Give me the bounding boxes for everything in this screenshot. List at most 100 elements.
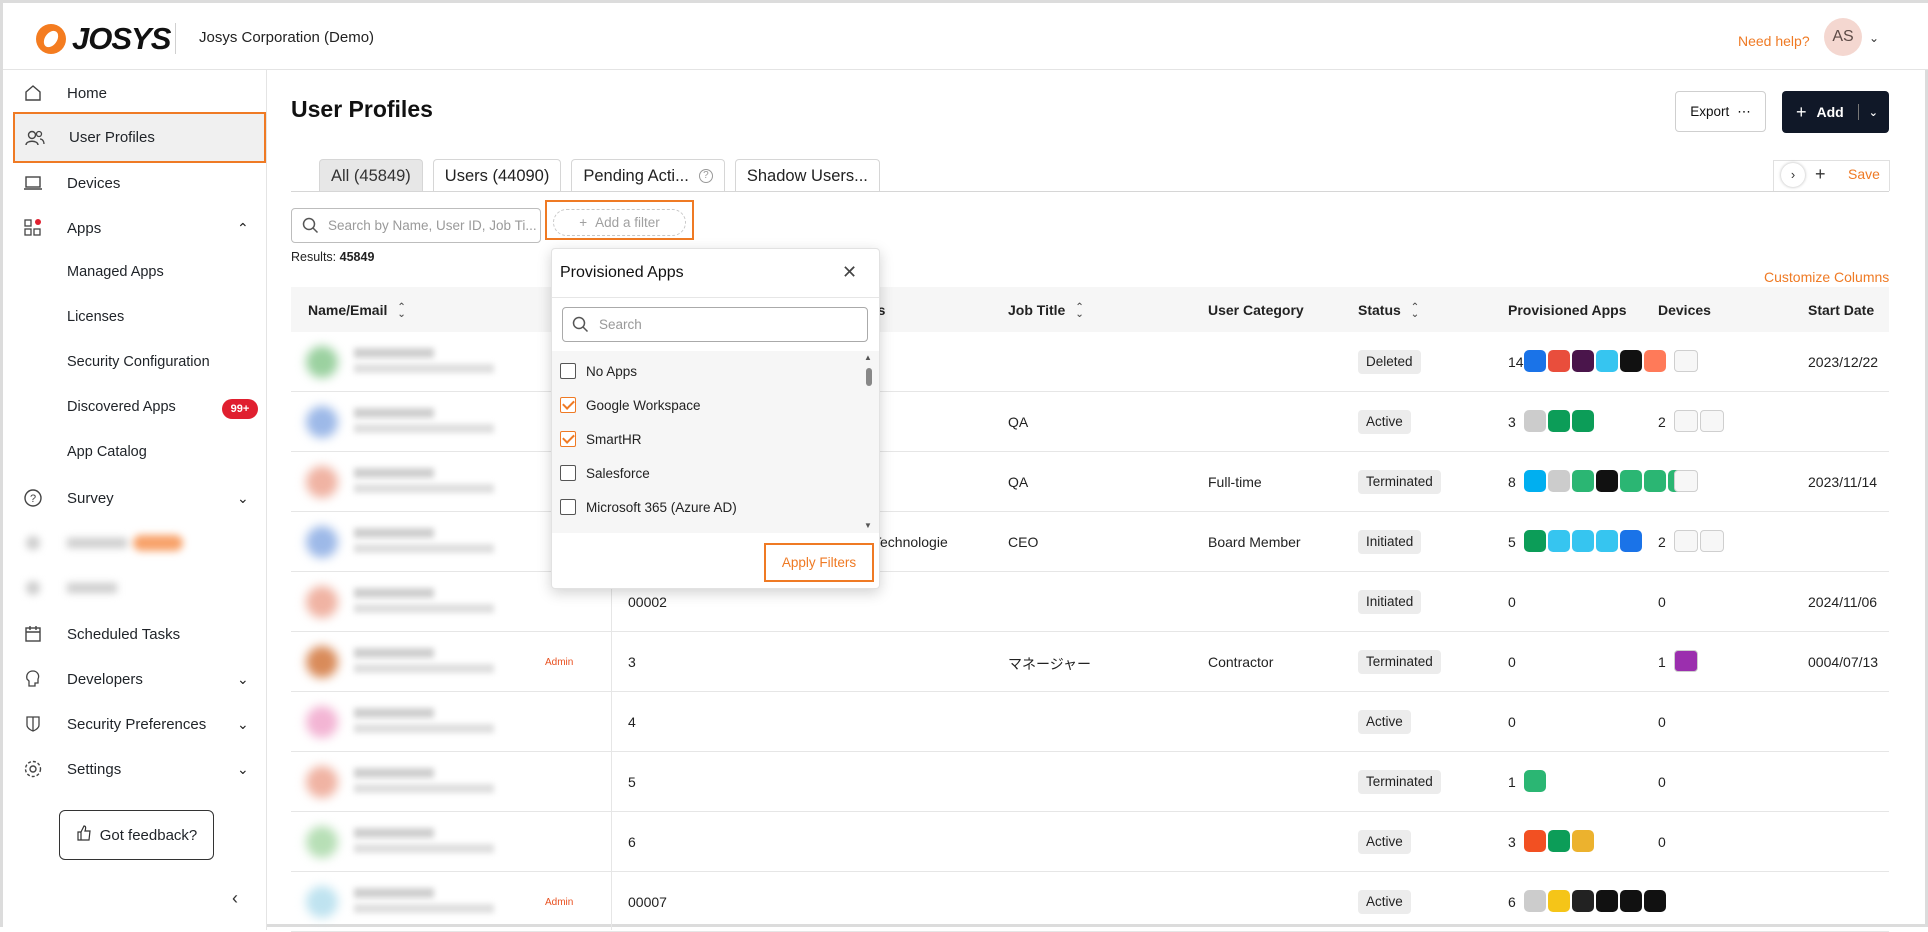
close-icon[interactable]: ✕ — [842, 262, 857, 283]
sidebar-subitem-security-configuration[interactable]: Security Configuration — [67, 354, 210, 370]
app-logo-icon[interactable] — [1524, 830, 1546, 852]
chevron-down-icon[interactable]: ⌄ — [1869, 31, 1879, 45]
app-logo-icon[interactable] — [1572, 890, 1594, 912]
app-logo-icon[interactable] — [1524, 410, 1546, 432]
device-icons[interactable] — [1674, 650, 1698, 672]
app-icons[interactable] — [1524, 830, 1594, 852]
sidebar-subitem-licenses[interactable]: Licenses — [67, 309, 124, 325]
name-email-cell[interactable] — [306, 762, 546, 802]
device-icon[interactable] — [1674, 650, 1698, 672]
app-logo-icon[interactable] — [1548, 350, 1570, 372]
app-icons[interactable] — [1524, 890, 1666, 912]
app-logo-icon[interactable] — [1644, 350, 1666, 372]
filter-option[interactable]: No Apps — [560, 363, 637, 379]
device-icons[interactable] — [1674, 350, 1698, 372]
name-email-cell[interactable] — [306, 702, 546, 742]
app-icons[interactable] — [1524, 410, 1594, 432]
col-status[interactable]: Status ⌃ ⌄ — [1358, 302, 1419, 320]
device-icon[interactable] — [1700, 410, 1724, 432]
app-logo-icon[interactable] — [1524, 350, 1546, 372]
app-logo-icon[interactable] — [1572, 470, 1594, 492]
tab-shadow-users[interactable]: Shadow Users... — [734, 159, 880, 192]
checkbox[interactable] — [560, 363, 576, 379]
chevron-right-icon[interactable]: › — [1781, 163, 1805, 187]
sidebar-item-home[interactable]: Home — [13, 71, 265, 115]
feedback-button[interactable]: Got feedback? — [59, 810, 214, 860]
device-icon[interactable] — [1674, 410, 1698, 432]
help-icon[interactable]: ? — [698, 169, 713, 183]
add-button[interactable]: + Add ⌄ — [1782, 91, 1889, 133]
filter-option[interactable]: Google Workspace — [560, 397, 701, 413]
app-logo-icon[interactable] — [1548, 410, 1570, 432]
app-logo-icon[interactable] — [1572, 530, 1594, 552]
sidebar-item-scheduled-tasks[interactable]: Scheduled Tasks — [13, 612, 265, 656]
app-logo-icon[interactable] — [1524, 770, 1546, 792]
app-icons[interactable] — [1524, 770, 1546, 792]
filter-option[interactable]: Microsoft 365 (Azure AD) — [560, 499, 737, 515]
name-email-cell[interactable] — [306, 582, 546, 622]
app-logo-icon[interactable] — [1596, 350, 1618, 372]
sidebar-item-user-profiles[interactable]: User Profiles — [13, 112, 266, 163]
tab-all[interactable]: All (45849) — [319, 159, 423, 192]
app-logo-icon[interactable] — [1620, 890, 1642, 912]
name-email-cell[interactable] — [306, 522, 546, 562]
app-logo-icon[interactable] — [1548, 530, 1570, 552]
app-logo-icon[interactable] — [1524, 530, 1546, 552]
filter-option[interactable]: SmartHR — [560, 431, 642, 447]
sidebar-item-developers[interactable]: Developers ⌄ — [13, 657, 265, 701]
name-email-cell[interactable] — [306, 462, 546, 502]
device-icon[interactable] — [1700, 530, 1724, 552]
checkbox[interactable] — [560, 499, 576, 515]
app-logo-icon[interactable] — [1620, 350, 1642, 372]
checkbox[interactable] — [560, 465, 576, 481]
collapse-sidebar-icon[interactable]: ‹ — [232, 888, 238, 909]
user-avatar[interactable]: AS — [1824, 18, 1862, 56]
sort-icon[interactable]: ⌃ ⌄ — [1411, 303, 1419, 320]
app-logo-icon[interactable] — [1596, 530, 1618, 552]
device-icon[interactable] — [1674, 530, 1698, 552]
sidebar-subitem-discovered-apps[interactable]: Discovered Apps — [67, 399, 176, 415]
apply-filters-button[interactable]: Apply Filters — [764, 543, 874, 582]
save-view-button[interactable]: Save — [1848, 166, 1880, 182]
tab-pending-actions[interactable]: Pending Acti...? — [571, 159, 725, 192]
search-input[interactable]: Search by Name, User ID, Job Ti... — [291, 208, 541, 243]
sidebar-item-apps[interactable]: Apps ⌃ — [13, 206, 265, 250]
sidebar-item-security-preferences[interactable]: Security Preferences ⌄ — [13, 702, 265, 746]
app-icons[interactable] — [1524, 470, 1690, 492]
name-email-cell[interactable] — [306, 882, 546, 922]
sidebar-subitem-managed-apps[interactable]: Managed Apps — [67, 264, 164, 280]
sort-icon[interactable]: ⌃ ⌄ — [1075, 303, 1083, 320]
popup-search-input[interactable]: Search — [562, 307, 868, 342]
filter-option[interactable]: Salesforce — [560, 465, 650, 481]
sidebar-item-blurred-1[interactable] — [13, 521, 265, 565]
name-email-cell[interactable] — [306, 822, 546, 862]
popup-scrollbar-thumb[interactable] — [866, 368, 872, 386]
scroll-down-icon[interactable]: ▼ — [864, 521, 872, 530]
name-email-cell[interactable] — [306, 402, 546, 442]
sidebar-item-survey[interactable]: ? Survey ⌄ — [13, 476, 265, 520]
app-logo-icon[interactable] — [1596, 890, 1618, 912]
app-logo-icon[interactable] — [1644, 890, 1666, 912]
checkbox-checked[interactable] — [560, 431, 576, 447]
app-logo-icon[interactable] — [1524, 470, 1546, 492]
app-logo-icon[interactable] — [1572, 830, 1594, 852]
josys-logo[interactable]: JOSYS — [36, 21, 171, 57]
app-logo-icon[interactable] — [1644, 470, 1666, 492]
sidebar-item-settings[interactable]: Settings ⌄ — [13, 747, 265, 791]
need-help-link[interactable]: Need help? — [1738, 33, 1810, 49]
customize-columns-link[interactable]: Customize Columns — [1764, 269, 1889, 285]
popup-options-list[interactable]: No Apps Google Workspace SmartHR Salesforce… — [552, 351, 879, 533]
tab-users[interactable]: Users (44090) — [432, 159, 562, 192]
add-view-icon[interactable]: + — [1815, 164, 1826, 185]
name-email-cell[interactable] — [306, 342, 546, 382]
chevron-down-icon[interactable]: ⌄ — [1869, 106, 1878, 119]
app-icons[interactable] — [1524, 350, 1666, 372]
col-name-email[interactable]: Name/Email ⌃ ⌄ — [308, 302, 406, 320]
export-button[interactable]: Export ⋯ — [1675, 91, 1766, 132]
app-logo-icon[interactable] — [1548, 470, 1570, 492]
app-logo-icon[interactable] — [1620, 530, 1642, 552]
device-icon[interactable] — [1674, 470, 1698, 492]
app-logo-icon[interactable] — [1596, 470, 1618, 492]
name-email-cell[interactable] — [306, 642, 546, 682]
device-icons[interactable] — [1674, 410, 1724, 432]
